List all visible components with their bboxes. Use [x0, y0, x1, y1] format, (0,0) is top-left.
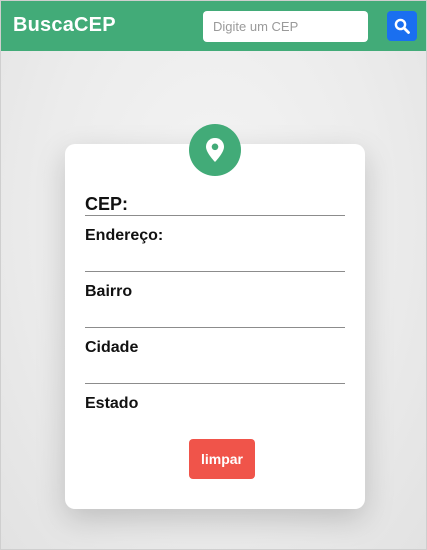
cep-field: CEP: — [85, 194, 345, 216]
address-underline — [85, 271, 345, 272]
map-pin-icon — [206, 138, 224, 162]
brand-title: BuscaCEP — [13, 14, 116, 36]
location-badge — [189, 124, 241, 176]
city-field: Cidade — [85, 339, 345, 384]
neighborhood-underline — [85, 327, 345, 328]
state-field: Estado — [85, 395, 345, 413]
state-label: Estado — [85, 395, 139, 412]
neighborhood-field: Bairro — [85, 283, 345, 328]
cep-label: CEP: — [85, 194, 129, 214]
top-navbar: BuscaCEP — [1, 1, 426, 51]
cep-underline — [85, 215, 345, 216]
city-underline — [85, 383, 345, 384]
address-label: Endereço: — [85, 227, 164, 244]
cep-search-input[interactable] — [203, 11, 368, 42]
clear-button[interactable]: limpar — [189, 439, 255, 479]
search-icon — [394, 18, 410, 34]
search-button[interactable] — [387, 11, 417, 41]
neighborhood-label: Bairro — [85, 283, 133, 300]
city-label: Cidade — [85, 339, 139, 356]
address-field: Endereço: — [85, 227, 345, 272]
